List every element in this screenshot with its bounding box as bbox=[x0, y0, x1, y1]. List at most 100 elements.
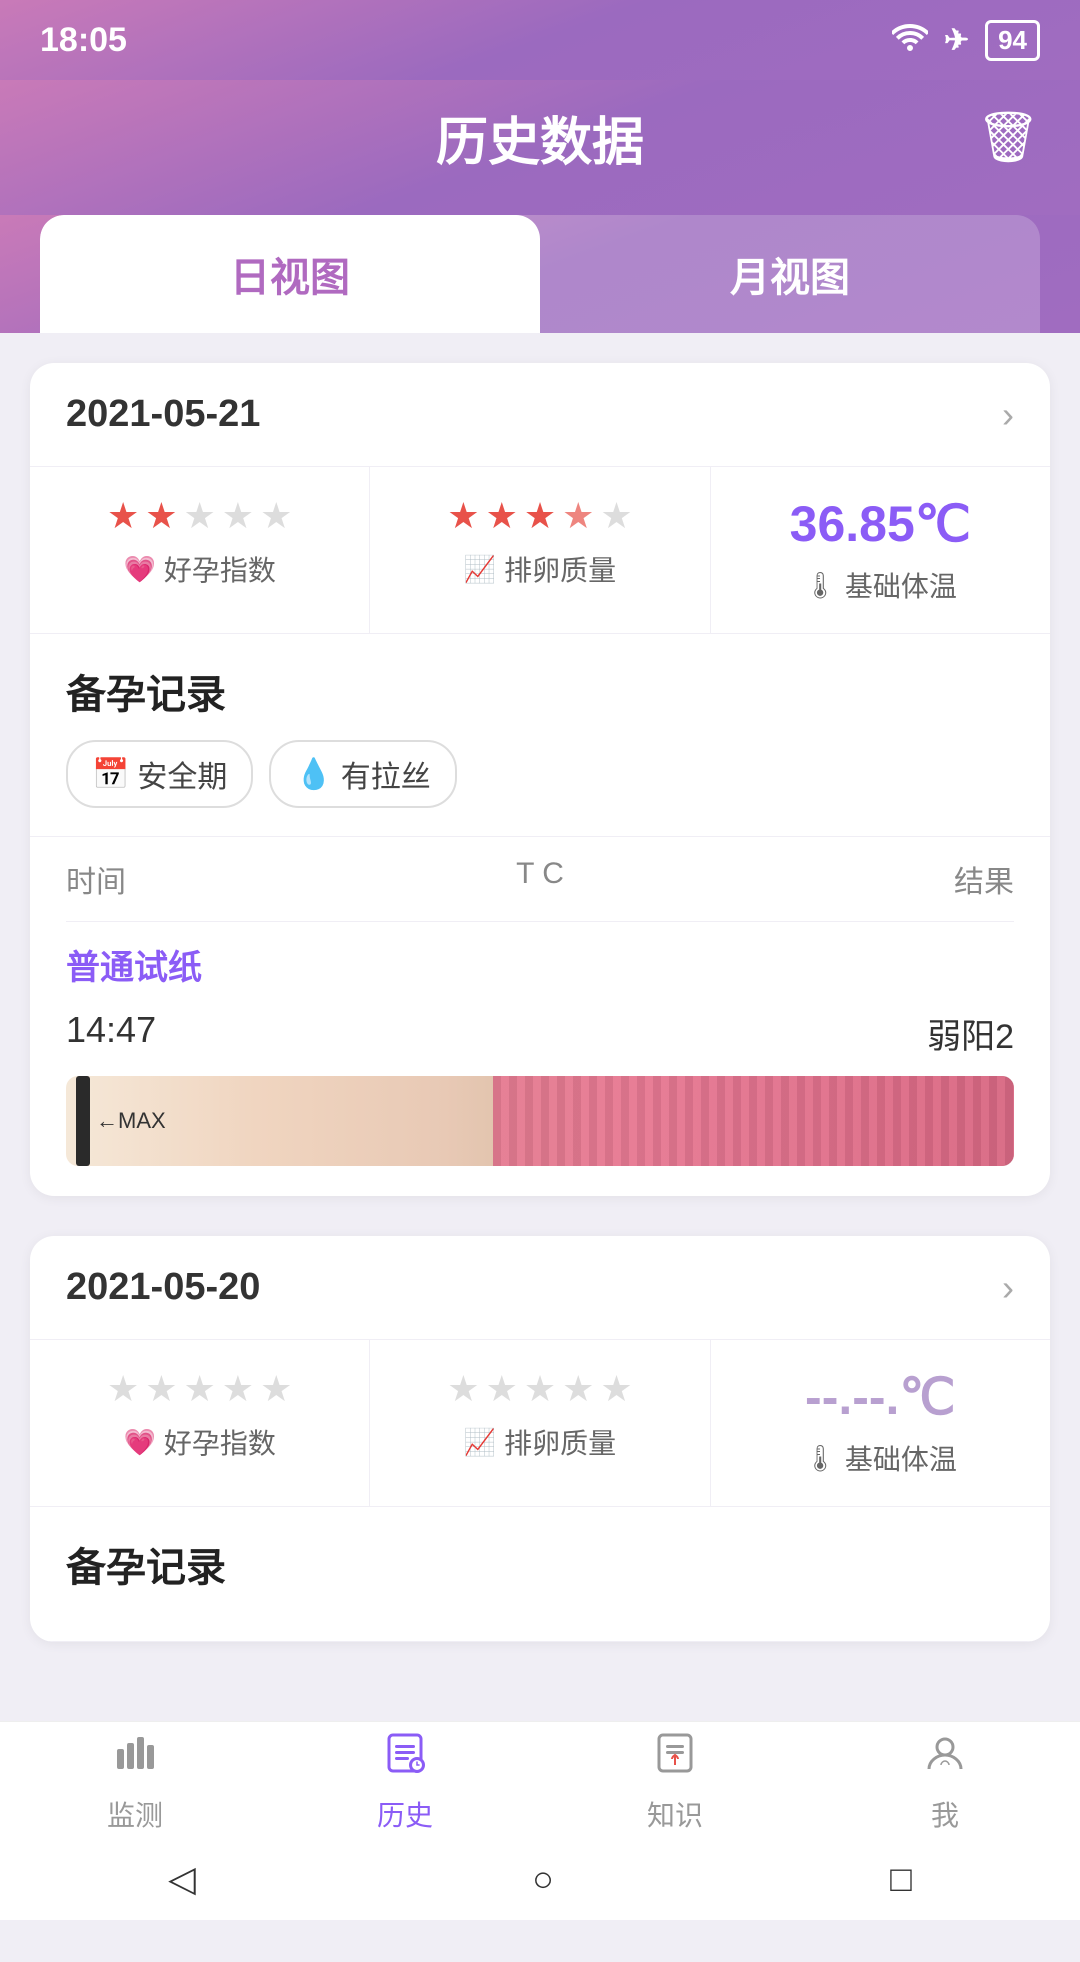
date-row-2[interactable]: 2021-05-20 › bbox=[30, 1236, 1050, 1340]
ovulation-label-2: 📈 排卵质量 bbox=[464, 1422, 616, 1462]
o2-star-2: ★ bbox=[486, 1368, 518, 1410]
strip-dark-bar bbox=[76, 1076, 90, 1166]
chevron-right-icon-1: › bbox=[1002, 394, 1014, 436]
o2-star-5: ★ bbox=[600, 1368, 632, 1410]
f2-star-2: ★ bbox=[145, 1368, 177, 1410]
strip-arrow: ←MAX bbox=[96, 1108, 166, 1134]
o2-star-4: ★ bbox=[562, 1368, 594, 1410]
ovulation-stars-2: ★ ★ ★ ★ ★ bbox=[447, 1368, 632, 1410]
wifi-icon bbox=[892, 21, 928, 60]
nav-monitor[interactable]: 监测 bbox=[0, 1722, 270, 1842]
ovulation-icon-2: 📈 bbox=[464, 1427, 496, 1458]
knowledge-icon bbox=[653, 1731, 697, 1786]
nav-items: 监测 历史 bbox=[0, 1722, 1080, 1842]
date-row-1[interactable]: 2021-05-21 › bbox=[30, 363, 1050, 467]
o-star-4: ★ bbox=[562, 495, 594, 537]
o-star-2: ★ bbox=[486, 495, 518, 537]
test-table-header-1: 时间 T C 结果 bbox=[66, 837, 1014, 922]
main-content: 2021-05-21 › ★ ★ ★ ★ ★ 💗 好孕指数 ★ bbox=[0, 333, 1080, 1962]
card-2021-05-21: 2021-05-21 › ★ ★ ★ ★ ★ 💗 好孕指数 ★ bbox=[30, 363, 1050, 1196]
monitor-icon bbox=[113, 1731, 157, 1786]
chevron-right-icon-2: › bbox=[1002, 1267, 1014, 1309]
ovulation-icon-1: 📈 bbox=[464, 554, 496, 585]
me-icon bbox=[923, 1731, 967, 1786]
col-result: 结果 bbox=[954, 857, 1014, 901]
ovulation-label-1: 📈 排卵质量 bbox=[464, 549, 616, 589]
fertility-label-1: 💗 好孕指数 bbox=[123, 549, 275, 589]
test-time-1: 14:47 bbox=[66, 1009, 156, 1051]
test-strip-image: ←MAX bbox=[66, 1076, 1014, 1166]
test-type-1: 普通试纸 bbox=[66, 922, 1014, 999]
record-title-2: 备孕记录 bbox=[66, 1535, 1014, 1593]
status-time: 18:05 bbox=[40, 21, 127, 60]
f2-star-1: ★ bbox=[107, 1368, 139, 1410]
f2-star-3: ★ bbox=[184, 1368, 216, 1410]
temp-stat-2: --.--.℃ 🌡 基础体温 bbox=[711, 1340, 1050, 1506]
thermometer-icon-1: 🌡 bbox=[804, 570, 837, 601]
test-table-1: 时间 T C 结果 普通试纸 14:47 弱阳2 ←MAX bbox=[30, 837, 1050, 1196]
tabs-container: 日视图 月视图 bbox=[0, 215, 1080, 333]
strip-pattern bbox=[493, 1076, 1014, 1166]
tab-day[interactable]: 日视图 bbox=[40, 215, 540, 333]
recents-button[interactable]: □ bbox=[890, 1858, 912, 1900]
temp-label-1: 🌡 基础体温 bbox=[804, 565, 957, 605]
system-nav-bar: ◁ ○ □ bbox=[0, 1842, 1080, 1920]
star-1: ★ bbox=[107, 495, 139, 537]
fertility-stars-1: ★ ★ ★ ★ ★ bbox=[107, 495, 292, 537]
water-icon: 💧 bbox=[295, 757, 332, 792]
fertility-stat-1: ★ ★ ★ ★ ★ 💗 好孕指数 bbox=[30, 467, 370, 633]
header: 历史数据 🗑 bbox=[0, 80, 1080, 215]
status-bar: 18:05 ✈ 94 bbox=[0, 0, 1080, 80]
back-button[interactable]: ◁ bbox=[168, 1858, 196, 1900]
status-right: ✈ 94 bbox=[892, 20, 1040, 61]
tag-mucus: 💧 有拉丝 bbox=[269, 740, 456, 808]
temp-value-1: 36.85℃ bbox=[790, 495, 971, 553]
airplane-icon: ✈ bbox=[944, 23, 969, 58]
f2-star-5: ★ bbox=[260, 1368, 292, 1410]
nav-history[interactable]: 历史 bbox=[270, 1722, 540, 1842]
tabs: 日视图 月视图 bbox=[40, 215, 1040, 333]
star-5: ★ bbox=[260, 495, 292, 537]
date-2: 2021-05-20 bbox=[66, 1266, 260, 1309]
star-3: ★ bbox=[184, 495, 216, 537]
star-4: ★ bbox=[222, 495, 254, 537]
nav-me-label: 我 bbox=[931, 1794, 959, 1834]
nav-monitor-label: 监测 bbox=[107, 1794, 163, 1834]
o2-star-1: ★ bbox=[447, 1368, 479, 1410]
delete-button[interactable]: 🗑 bbox=[977, 108, 1040, 167]
nav-me[interactable]: 我 bbox=[810, 1722, 1080, 1842]
stats-row-1: ★ ★ ★ ★ ★ 💗 好孕指数 ★ ★ ★ ★ ★ bbox=[30, 467, 1050, 634]
record-section-1: 备孕记录 📅 安全期 💧 有拉丝 bbox=[30, 634, 1050, 837]
card-2021-05-20: 2021-05-20 › ★ ★ ★ ★ ★ 💗 好孕指数 ★ bbox=[30, 1236, 1050, 1642]
fertility-label-2: 💗 好孕指数 bbox=[123, 1422, 275, 1462]
test-row-1: 14:47 弱阳2 bbox=[66, 999, 1014, 1068]
thermometer-icon-2: 🌡 bbox=[804, 1443, 837, 1474]
fertility-stars-2: ★ ★ ★ ★ ★ bbox=[107, 1368, 292, 1410]
page-title: 历史数据 bbox=[436, 100, 644, 175]
ovulation-stars-1: ★ ★ ★ ★ ★ bbox=[447, 495, 632, 537]
delete-icon: 🗑 bbox=[977, 109, 1040, 165]
stats-row-2: ★ ★ ★ ★ ★ 💗 好孕指数 ★ ★ ★ ★ ★ bbox=[30, 1340, 1050, 1507]
tag-safe-period: 📅 安全期 bbox=[66, 740, 253, 808]
tab-month[interactable]: 月视图 bbox=[540, 215, 1040, 333]
o-star-5: ★ bbox=[600, 495, 632, 537]
temp-stat-1: 36.85℃ 🌡 基础体温 bbox=[711, 467, 1050, 633]
f2-star-4: ★ bbox=[222, 1368, 254, 1410]
bottom-navigation: 监测 历史 bbox=[0, 1721, 1080, 1920]
home-button[interactable]: ○ bbox=[532, 1858, 554, 1900]
o2-star-3: ★ bbox=[524, 1368, 556, 1410]
record-section-2: 备孕记录 bbox=[30, 1507, 1050, 1642]
nav-knowledge[interactable]: 知识 bbox=[540, 1722, 810, 1842]
o-star-1: ★ bbox=[447, 495, 479, 537]
history-icon bbox=[383, 1731, 427, 1786]
temp-label-2: 🌡 基础体温 bbox=[804, 1438, 957, 1478]
date-1: 2021-05-21 bbox=[66, 393, 260, 436]
fertility-icon-1: 💗 bbox=[123, 554, 155, 585]
calendar-icon: 📅 bbox=[92, 757, 129, 792]
ovulation-stat-1: ★ ★ ★ ★ ★ 📈 排卵质量 bbox=[370, 467, 710, 633]
test-result-1: 弱阳2 bbox=[927, 1009, 1014, 1058]
temp-value-2: --.--.℃ bbox=[805, 1368, 956, 1426]
o-star-3: ★ bbox=[524, 495, 556, 537]
record-tags-1: 📅 安全期 💧 有拉丝 bbox=[66, 740, 1014, 808]
record-title-1: 备孕记录 bbox=[66, 662, 1014, 720]
